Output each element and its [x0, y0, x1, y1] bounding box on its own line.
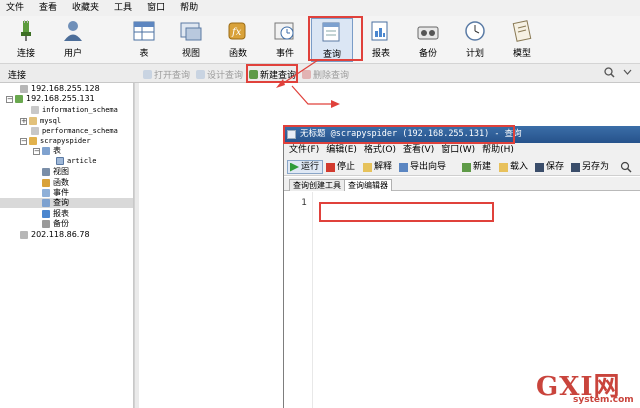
tab-query-builder[interactable]: 查询创建工具: [289, 179, 345, 191]
search-icon: [620, 161, 632, 173]
export-wizard-label: 导出向导: [410, 162, 447, 172]
query-menu-format[interactable]: 格式(O): [364, 143, 396, 158]
tab-query-editor[interactable]: 查询编辑器: [344, 179, 392, 191]
find-button[interactable]: [620, 160, 632, 174]
run-button[interactable]: 运行: [287, 160, 324, 174]
arrow-to-new-query: [276, 59, 319, 88]
query-menu-window[interactable]: 窗口(W): [441, 143, 475, 158]
line-number: 1: [301, 198, 307, 208]
query-menu-edit[interactable]: 编辑(E): [326, 143, 357, 158]
stop-label: 停止: [337, 162, 356, 172]
save-icon: [535, 162, 544, 172]
new-button[interactable]: 新建: [460, 160, 491, 174]
line-number-gutter: 1: [284, 192, 313, 408]
load-label: 载入: [510, 162, 529, 172]
query-tabs: 查询创建工具 查询编辑器: [284, 177, 640, 191]
new-icon: [462, 162, 471, 172]
explain-label: 解释: [374, 162, 393, 172]
load-button[interactable]: 载入: [497, 160, 528, 174]
stop-icon: [326, 162, 335, 172]
export-icon: [399, 162, 408, 172]
stop-button[interactable]: 停止: [324, 160, 355, 174]
save-button[interactable]: 保存: [533, 160, 564, 174]
query-window-titlebar: 无标题 @scrapyspider (192.168.255.131) - 查询: [284, 126, 640, 143]
query-menubar: 文件(F) 编辑(E) 格式(O) 查看(V) 窗口(W) 帮助(H): [284, 143, 640, 158]
explain-icon: [363, 162, 372, 172]
arrow-to-query-window: [291, 85, 340, 108]
new-label: 新建: [473, 162, 492, 172]
save-label: 保存: [546, 162, 565, 172]
play-icon: [290, 162, 299, 172]
query-window-icon: [287, 130, 296, 139]
query-menu-help[interactable]: 帮助(H): [482, 143, 514, 158]
run-label: 运行: [301, 162, 320, 172]
save-as-icon: [571, 162, 580, 172]
query-menu-view[interactable]: 查看(V): [403, 143, 434, 158]
site-watermark: GXI网 system.com: [536, 366, 638, 406]
watermark-domain: system.com: [573, 395, 634, 405]
export-wizard-button[interactable]: 导出向导: [397, 160, 446, 174]
explain-button[interactable]: 解释: [361, 160, 392, 174]
query-window-title: 无标题 @scrapyspider (192.168.255.131) - 查询: [300, 129, 522, 139]
save-as-label: 另存为: [582, 162, 610, 172]
query-menu-file[interactable]: 文件(F): [289, 143, 319, 158]
save-as-button[interactable]: 另存为: [569, 160, 609, 174]
folder-icon: [499, 162, 508, 172]
query-toolbar: 运行 停止 解释 导出向导 新建 载入 保存 另存为: [284, 158, 640, 176]
